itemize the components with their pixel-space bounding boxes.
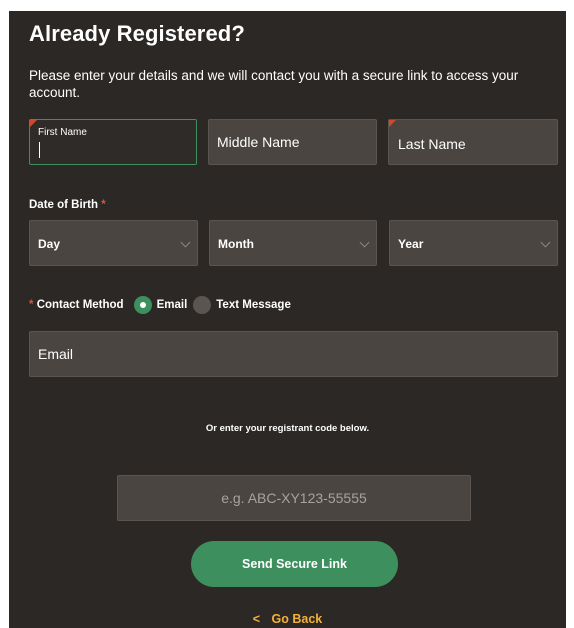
radio-dot <box>139 302 146 308</box>
chevron-down-icon <box>180 237 191 248</box>
required-indicator <box>30 120 37 127</box>
page-subtitle: Please enter your details and we will co… <box>29 68 519 100</box>
chevron-left-icon: < <box>252 612 261 626</box>
contact-option-email[interactable]: Email <box>157 299 188 311</box>
registrant-code-hint: Or enter your registrant code below. <box>205 423 370 434</box>
email-field[interactable] <box>29 331 558 377</box>
last-name-placeholder: Last Name <box>398 136 466 152</box>
dob-year-value: Year <box>398 237 424 251</box>
page-title: Already Registered? <box>29 21 245 46</box>
chevron-down-icon <box>359 237 370 248</box>
login-panel: Already Registered? Please enter your de… <box>9 11 566 628</box>
contact-option-text[interactable]: Text Message <box>216 299 291 311</box>
first-name-label: First Name <box>38 127 87 138</box>
dob-month-select[interactable]: Month <box>209 220 377 266</box>
registrant-code-field[interactable] <box>117 475 471 521</box>
radio-selected-icon[interactable] <box>133 296 152 314</box>
required-asterisk: * <box>29 299 34 311</box>
radio-unselected-icon[interactable] <box>193 296 212 314</box>
required-asterisk: * <box>101 199 106 211</box>
chevron-down-icon <box>540 237 551 248</box>
dob-label: Date of Birth * <box>29 199 106 211</box>
go-back-link[interactable]: < Go Back <box>9 612 566 626</box>
last-name-field[interactable]: Last Name <box>388 119 558 165</box>
dob-day-value: Day <box>38 237 61 251</box>
dob-day-select[interactable]: Day <box>29 220 198 266</box>
go-back-label: Go Back <box>271 612 323 626</box>
send-secure-link-button[interactable]: Send Secure Link <box>191 541 398 587</box>
contact-method-row: * Contact Method Email Text Message <box>29 295 297 315</box>
dob-month-value: Month <box>218 237 254 251</box>
middle-name-field[interactable] <box>208 119 377 165</box>
contact-method-label: * Contact Method <box>29 299 124 311</box>
dob-year-select[interactable]: Year <box>389 220 558 266</box>
text-cursor <box>39 142 40 158</box>
required-indicator <box>389 120 396 127</box>
first-name-field[interactable]: First Name <box>29 119 197 165</box>
